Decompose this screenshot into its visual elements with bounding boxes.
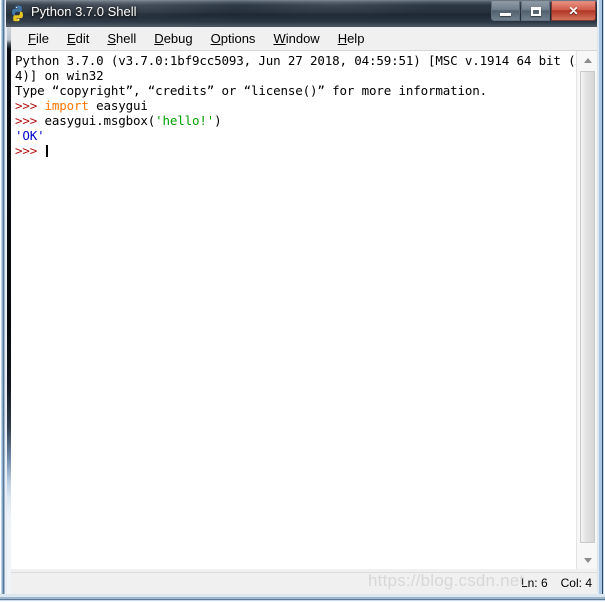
close-icon: ✕ bbox=[568, 4, 579, 18]
menu-label: ptions bbox=[220, 31, 256, 46]
vertical-scrollbar[interactable] bbox=[576, 51, 598, 569]
python-logo-icon bbox=[12, 5, 23, 22]
menu-label: hell bbox=[116, 31, 137, 46]
menu-item-file[interactable]: File bbox=[19, 29, 58, 48]
close-button[interactable]: ✕ bbox=[551, 1, 596, 21]
text-caret bbox=[45, 145, 48, 157]
client-area: File Edit Shell Debug Options Window Hel… bbox=[6, 27, 598, 594]
window-border-right bbox=[597, 0, 605, 602]
call-tail: ) bbox=[214, 113, 222, 128]
maximize-button[interactable] bbox=[521, 1, 550, 21]
menu-item-window[interactable]: Window bbox=[264, 29, 328, 48]
scroll-up-button[interactable] bbox=[577, 51, 598, 69]
banner-line-1: Python 3.7.0 (v3.7.0:1bf9cc5093, Jun 27 … bbox=[15, 53, 577, 68]
menu-item-shell[interactable]: Shell bbox=[98, 29, 145, 48]
menu-item-help[interactable]: Help bbox=[329, 29, 374, 48]
banner-line-3: Type “copyright”, “credits” or “license(… bbox=[15, 83, 488, 98]
result-value: 'OK' bbox=[15, 128, 45, 143]
scrollbar-thumb[interactable] bbox=[580, 71, 595, 543]
title-bar[interactable]: Python 3.7.0 Shell ✕ bbox=[2, 0, 603, 27]
scroll-down-button[interactable] bbox=[577, 551, 598, 569]
idle-shell-window: Python 3.7.0 Shell ✕ File Edit Shell Deb… bbox=[0, 0, 605, 602]
prompt-marker: >>> bbox=[15, 143, 38, 158]
status-bar: Ln: 6 Col: 4 bbox=[11, 572, 598, 594]
input-line-import: >>> import easygui bbox=[15, 98, 577, 113]
shell-text-region: Python 3.7.0 (v3.7.0:1bf9cc5093, Jun 27 … bbox=[11, 51, 598, 594]
menu-mnemonic: O bbox=[210, 31, 221, 46]
menu-label: ile bbox=[35, 31, 49, 46]
call-expression: easygui.msgbox( bbox=[37, 113, 156, 128]
prompt-marker: >>> bbox=[15, 113, 38, 128]
status-line-number: Ln: 6 bbox=[520, 576, 548, 590]
window-title: Python 3.7.0 Shell bbox=[31, 4, 137, 19]
maximize-icon bbox=[522, 2, 549, 20]
window-border-bottom bbox=[0, 594, 605, 602]
window-controls: ✕ bbox=[490, 1, 596, 22]
module-name: easygui bbox=[88, 98, 148, 113]
menu-mnemonic: S bbox=[107, 31, 117, 46]
menu-label: elp bbox=[347, 31, 365, 46]
prompt-marker: >>> bbox=[15, 98, 38, 113]
banner-line-2: 4)] on win32 bbox=[15, 68, 104, 83]
menu-item-debug[interactable]: Debug bbox=[145, 29, 201, 48]
menu-mnemonic: D bbox=[154, 31, 164, 46]
minimize-button[interactable] bbox=[491, 1, 520, 21]
chevron-up-icon bbox=[583, 57, 592, 63]
menu-bar: File Edit Shell Debug Options Window Hel… bbox=[11, 27, 598, 51]
keyword-import: import bbox=[44, 98, 89, 113]
menu-item-edit[interactable]: Edit bbox=[58, 29, 98, 48]
menu-label: ebug bbox=[163, 31, 193, 46]
menu-mnemonic: F bbox=[28, 31, 36, 46]
menu-label: dit bbox=[75, 31, 90, 46]
current-prompt-line: >>> bbox=[15, 143, 577, 158]
menu-mnemonic: E bbox=[66, 31, 76, 46]
shell-output[interactable]: Python 3.7.0 (v3.7.0:1bf9cc5093, Jun 27 … bbox=[11, 51, 577, 569]
result-line: 'OK' bbox=[15, 128, 577, 143]
minimize-icon bbox=[492, 2, 519, 20]
menu-mnemonic: W bbox=[273, 31, 286, 46]
menu-label: indow bbox=[285, 31, 320, 46]
menu-item-options[interactable]: Options bbox=[202, 29, 265, 48]
menu-mnemonic: H bbox=[337, 31, 348, 46]
window-border-left bbox=[0, 0, 6, 602]
chevron-down-icon bbox=[583, 557, 592, 563]
string-literal: 'hello!' bbox=[155, 113, 215, 128]
input-line-msgbox: >>> easygui.msgbox('hello!') bbox=[15, 113, 577, 128]
status-column-number: Col: 4 bbox=[560, 576, 592, 590]
cursor-position-group: Ln: 6 Col: 4 bbox=[521, 576, 592, 590]
